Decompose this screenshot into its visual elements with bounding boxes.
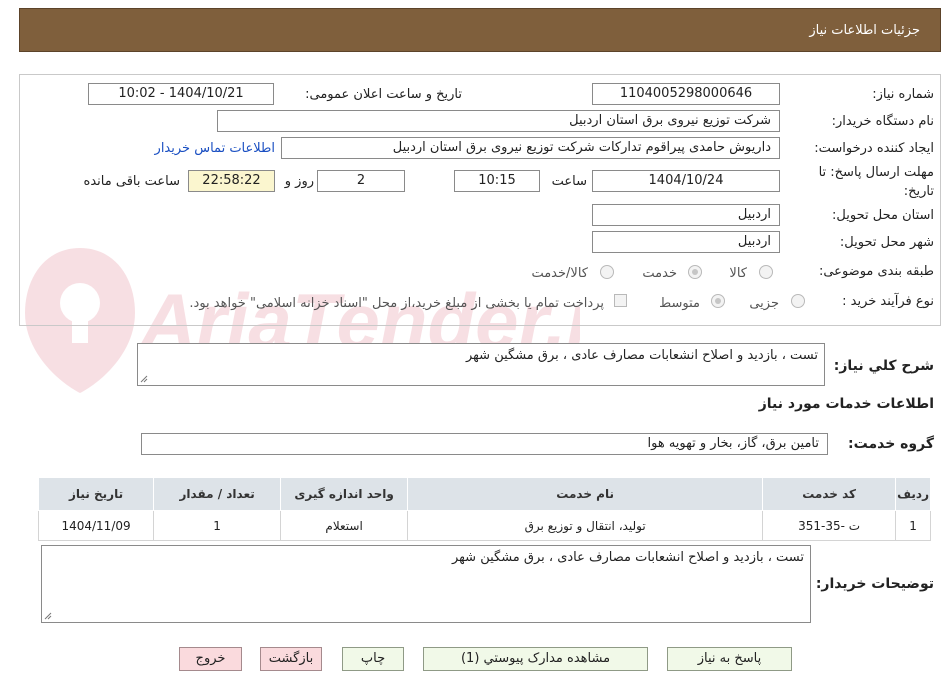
days-remaining-field: 2 bbox=[317, 170, 405, 192]
deadline-label-line2: تاریخ: bbox=[903, 184, 934, 199]
requester-field: داریوش حامدی پیراقوم تدارکات شرکت توزیع … bbox=[281, 137, 780, 159]
remaining-time-field: 22:58:22 bbox=[188, 170, 275, 192]
deadline-time-field: 10:15 bbox=[454, 170, 540, 192]
buyer-org-label: نام دستگاه خریدار: bbox=[831, 114, 934, 129]
cell-quantity: 1 bbox=[153, 510, 282, 541]
category-radio-goods-service[interactable] bbox=[600, 265, 614, 279]
category-option-goods: کالا bbox=[729, 266, 747, 281]
exit-button[interactable]: خروج bbox=[179, 647, 242, 671]
days-and-label: روز و bbox=[284, 174, 314, 189]
need-number-label: شماره نیاز: bbox=[872, 87, 934, 102]
buyer-notes-text: تست ، بازدید و اصلاح انشعابات مصارف عادی… bbox=[452, 550, 804, 565]
announce-datetime-label: تاریخ و ساعت اعلان عمومی: bbox=[305, 87, 462, 102]
reply-to-need-button[interactable]: پاسخ به نیاز bbox=[667, 647, 792, 671]
province-field: اردبیل bbox=[592, 204, 780, 226]
city-field: اردبیل bbox=[592, 231, 780, 253]
category-label: طبقه بندی موضوعی: bbox=[818, 264, 934, 279]
requester-label: ایجاد کننده درخواست: bbox=[814, 141, 934, 156]
page-header: جزئیات اطلاعات نیاز bbox=[19, 8, 941, 52]
province-label: استان محل تحویل: bbox=[832, 208, 934, 223]
category-radio-service[interactable] bbox=[688, 265, 702, 279]
service-group-label: گروه خدمت: bbox=[848, 436, 934, 452]
treasury-payment-note: پرداخت تمام یا بخشی از مبلغ خرید،از محل … bbox=[189, 296, 604, 311]
buyer-contact-link[interactable]: اطلاعات تماس خریدار bbox=[155, 141, 275, 156]
services-section-title: اطلاعات خدمات مورد نیاز bbox=[758, 396, 934, 412]
view-attachments-button[interactable]: مشاهده مدارک پیوستي (1) bbox=[423, 647, 648, 671]
print-button[interactable]: چاپ bbox=[342, 647, 404, 671]
deadline-time-label: ساعت bbox=[551, 174, 587, 189]
general-desc-label: شرح کلي نياز: bbox=[833, 358, 934, 374]
resize-grip-icon[interactable] bbox=[140, 375, 148, 383]
service-group-field: تامین برق، گاز، بخار و تهویه هوا bbox=[141, 433, 828, 455]
buyer-notes-textarea[interactable]: تست ، بازدید و اصلاح انشعابات مصارف عادی… bbox=[41, 545, 811, 623]
col-header-quantity: تعداد / مقدار bbox=[153, 477, 282, 511]
category-option-goods-service: کالا/خدمت bbox=[531, 266, 588, 281]
need-number-field: 1104005298000646 bbox=[592, 83, 780, 105]
col-header-row-number: ردیف bbox=[895, 477, 931, 511]
general-desc-textarea[interactable]: تست ، بازدید و اصلاح انشعابات مصارف عادی… bbox=[137, 343, 825, 386]
services-table: ردیف کد خدمت نام خدمت واحد اندازه گیری ت… bbox=[37, 477, 931, 541]
table-row: 1 ت -35-351 تولید، انتقال و توزیع برق اس… bbox=[37, 510, 931, 541]
table-header-row: ردیف کد خدمت نام خدمت واحد اندازه گیری ت… bbox=[37, 477, 931, 511]
process-radio-medium[interactable] bbox=[711, 294, 725, 308]
buyer-notes-label: توضیحات خریدار: bbox=[815, 576, 934, 592]
cell-row-number: 1 bbox=[895, 510, 931, 541]
process-option-minor: جزیی bbox=[749, 296, 779, 311]
deadline-date-field: 1404/10/24 bbox=[592, 170, 780, 192]
buyer-org-field: شرکت توزیع نیروی برق استان اردبیل bbox=[217, 110, 780, 132]
cell-service-code: ت -35-351 bbox=[762, 510, 897, 541]
col-header-need-date: تاریخ نیاز bbox=[37, 477, 155, 511]
col-header-service-name: نام خدمت bbox=[407, 477, 764, 511]
col-header-service-code: کد خدمت bbox=[762, 477, 897, 511]
treasury-payment-checkbox[interactable] bbox=[614, 294, 627, 307]
general-desc-text: تست ، بازدید و اصلاح انشعابات مصارف عادی… bbox=[466, 348, 818, 363]
cell-service-name: تولید، انتقال و توزیع برق bbox=[407, 510, 764, 541]
process-radio-minor[interactable] bbox=[791, 294, 805, 308]
deadline-label-line1: مهلت ارسال پاسخ: تا bbox=[818, 165, 934, 180]
back-button[interactable]: بازگشت bbox=[260, 647, 322, 671]
cell-unit: استعلام bbox=[280, 510, 409, 541]
process-option-medium: متوسط bbox=[659, 296, 700, 311]
process-label: نوع فرآیند خرید : bbox=[842, 294, 934, 309]
city-label: شهر محل تحویل: bbox=[839, 235, 934, 250]
announce-datetime-field: 1404/10/21 - 10:02 bbox=[88, 83, 274, 105]
category-radio-goods[interactable] bbox=[759, 265, 773, 279]
remaining-time-label: ساعت باقی مانده bbox=[83, 174, 180, 189]
resize-grip-icon[interactable] bbox=[44, 612, 52, 620]
col-header-unit: واحد اندازه گیری bbox=[280, 477, 409, 511]
category-option-service: خدمت bbox=[642, 266, 677, 281]
page-title: جزئیات اطلاعات نیاز bbox=[809, 23, 920, 38]
cell-need-date: 1404/11/09 bbox=[37, 510, 155, 541]
